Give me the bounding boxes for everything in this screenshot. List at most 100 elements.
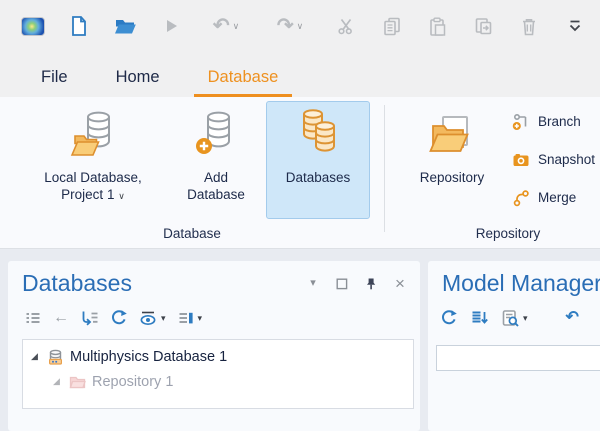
paste-icon <box>427 16 448 37</box>
local-database-label-line1: Local Database, <box>44 170 142 185</box>
local-database-button[interactable]: Local Database, Project 1 ∨ <box>14 102 172 203</box>
panel-close-button[interactable]: × <box>392 276 408 292</box>
close-icon: × <box>395 275 405 292</box>
duplicate-icon <box>473 16 494 37</box>
add-database-label-line1: Add <box>204 170 228 185</box>
model-manager-search-input[interactable] <box>436 345 600 371</box>
undo-button[interactable]: ↶ ∨ <box>194 6 258 46</box>
tree-row-multiphysics-database[interactable]: ◢ Multiphysics Database 1 <box>23 344 413 369</box>
play-icon <box>162 17 180 35</box>
show-button[interactable]: ▾ <box>139 310 166 327</box>
chevron-down-icon: ▾ <box>310 278 316 289</box>
undo-icon: ↶ <box>213 16 230 36</box>
cut-button[interactable] <box>322 6 368 46</box>
repository-button[interactable]: Repository <box>394 102 510 186</box>
tree-item-label: Multiphysics Database 1 <box>70 349 227 365</box>
ribbon-group-label-database: Database <box>0 226 384 241</box>
app-menu-button[interactable] <box>10 6 56 46</box>
model-manager-toolbar: ▾ ↶ <box>428 297 600 329</box>
redo-icon: ↷ <box>277 16 294 36</box>
mm-refresh-button[interactable] <box>440 309 458 327</box>
columns-icon <box>177 310 195 327</box>
databases-button[interactable]: Databases <box>266 101 370 219</box>
refresh-icon <box>440 309 458 327</box>
columns-button[interactable]: ▾ <box>177 310 203 327</box>
tree-row-repository[interactable]: ◢ Repository 1 <box>23 369 413 394</box>
model-manager-panel-header: Model Manager <box>428 261 600 297</box>
snapshot-icon <box>512 151 530 169</box>
expander-icon[interactable]: ◢ <box>53 377 63 386</box>
repository-label: Repository <box>420 170 485 185</box>
refresh-icon <box>110 309 128 327</box>
databases-panel-toolbar: ← ▾ <box>8 297 420 329</box>
run-button[interactable] <box>148 6 194 46</box>
preview-dropdown-icon[interactable]: ▾ <box>523 314 528 323</box>
pin-icon <box>364 277 378 291</box>
databases-panel-title: Databases <box>22 270 132 297</box>
databases-tree: ◢ Multiphysics Database 1 ◢ Repository <box>22 339 414 409</box>
expander-icon[interactable]: ◢ <box>31 352 41 361</box>
branch-button[interactable]: Branch <box>512 110 595 133</box>
undo-icon: ↶ <box>566 310 579 326</box>
refresh-button[interactable] <box>110 309 128 327</box>
duplicate-button[interactable] <box>460 6 506 46</box>
undo-dropdown-icon[interactable]: ∨ <box>233 22 240 31</box>
panel-collapse-button[interactable]: ▾ <box>305 276 321 292</box>
chevron-down-icon: ∨ <box>118 191 125 201</box>
open-folder-icon <box>114 16 137 36</box>
repository-folder-icon <box>69 374 86 389</box>
databases-panel-controls: ▾ × <box>305 276 408 292</box>
snapshot-button[interactable]: Snapshot <box>512 148 595 171</box>
ribbon: Local Database, Project 1 ∨ Add Database <box>0 97 600 249</box>
quick-access-toolbar: ↶ ∨ ↷ ∨ <box>0 0 600 52</box>
merge-icon <box>512 189 530 207</box>
tab-file[interactable]: File <box>26 57 83 97</box>
add-database-button[interactable]: Add Database <box>172 102 260 203</box>
list-view-button[interactable] <box>24 309 42 327</box>
merge-label: Merge <box>538 190 576 205</box>
copy-icon <box>381 16 402 37</box>
new-file-button[interactable] <box>56 6 102 46</box>
go-to-node-icon <box>80 309 99 327</box>
customize-chevron-icon <box>567 19 583 33</box>
ribbon-group-repository: Repository Branch Sna <box>392 97 600 248</box>
mm-sort-button[interactable] <box>470 309 489 327</box>
branch-label: Branch <box>538 114 581 129</box>
columns-dropdown-icon[interactable]: ▾ <box>198 314 203 323</box>
redo-dropdown-icon[interactable]: ∨ <box>297 22 304 31</box>
back-button[interactable]: ← <box>53 310 69 326</box>
model-manager-panel-title: Model Manager <box>442 270 600 297</box>
database-server-icon <box>47 349 64 365</box>
add-database-icon <box>193 110 239 158</box>
go-to-node-button[interactable] <box>80 309 99 327</box>
databases-panel: Databases ▾ × <box>8 261 420 431</box>
comsol-logo-icon <box>21 17 45 36</box>
branch-icon <box>512 113 530 131</box>
local-database-icon <box>68 110 118 158</box>
databases-panel-header: Databases ▾ × <box>8 261 420 297</box>
show-dropdown-icon[interactable]: ▾ <box>161 314 166 323</box>
customize-toolbar-button[interactable] <box>552 6 598 46</box>
repository-small-buttons: Branch Snapshot Merge <box>512 110 595 209</box>
delete-button[interactable] <box>506 6 552 46</box>
tab-home[interactable]: Home <box>101 57 175 97</box>
mm-undo-button[interactable]: ↶ <box>566 310 579 326</box>
float-icon <box>336 278 348 290</box>
model-manager-panel: Model Manager <box>428 261 600 431</box>
ribbon-group-separator <box>384 105 385 232</box>
merge-button[interactable]: Merge <box>512 186 595 209</box>
paste-button[interactable] <box>414 6 460 46</box>
copy-button[interactable] <box>368 6 414 46</box>
tab-database[interactable]: Database <box>193 57 294 97</box>
open-file-button[interactable] <box>102 6 148 46</box>
panel-pin-button[interactable] <box>363 276 379 292</box>
sort-icon <box>470 309 489 327</box>
scissors-icon <box>335 16 355 36</box>
databases-label: Databases <box>286 170 351 185</box>
dock-area: Databases ▾ × <box>0 250 600 400</box>
panel-float-button[interactable] <box>334 276 350 292</box>
list-view-icon <box>24 309 42 327</box>
ribbon-tab-bar: File Home Database <box>0 52 600 97</box>
redo-button[interactable]: ↷ ∨ <box>258 6 322 46</box>
mm-preview-button[interactable]: ▾ <box>501 309 528 328</box>
